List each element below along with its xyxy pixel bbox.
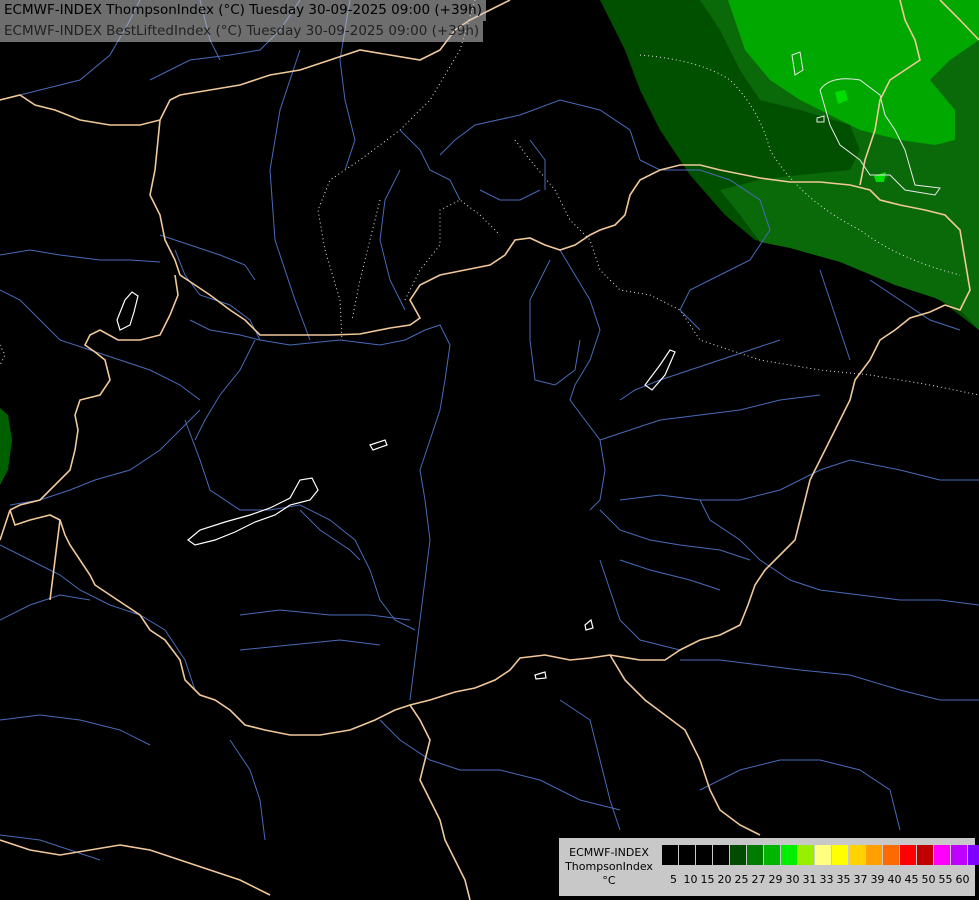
legend-swatch [815, 845, 832, 865]
legend-swatch [764, 845, 781, 865]
legend-swatch [662, 845, 679, 865]
legend-swatch [883, 845, 900, 865]
legend-tick-label: 60 [955, 873, 970, 886]
legend-swatch [900, 845, 917, 865]
legend-swatch [798, 845, 815, 865]
weather-map [0, 0, 979, 900]
legend-swatch [866, 845, 883, 865]
map-title-thompson: ECMWF-INDEX ThompsonIndex (°C) Tuesday 3… [0, 0, 486, 21]
legend-subtitle: ThompsonIndex [565, 860, 653, 873]
legend-swatch [951, 845, 968, 865]
map-title-lifted: ECMWF-INDEX BestLiftedIndex (°C) Tuesday… [0, 21, 484, 42]
legend-swatch [696, 845, 713, 865]
legend-swatch [917, 845, 934, 865]
legend-swatch [747, 845, 764, 865]
legend-swatches [662, 845, 979, 865]
legend-swatch [781, 845, 798, 865]
legend-title: ECMWF-INDEX [569, 846, 649, 859]
legend-swatch [934, 845, 951, 865]
legend-swatch [832, 845, 849, 865]
legend-swatch [713, 845, 730, 865]
legend-swatch [849, 845, 866, 865]
legend-unit: °C [602, 874, 616, 887]
color-legend: ECMWF-INDEX ThompsonIndex °C 5 10 15 20 25 27… [559, 838, 979, 896]
legend-swatch [730, 845, 747, 865]
legend-swatch [968, 845, 979, 865]
legend-swatch [679, 845, 696, 865]
